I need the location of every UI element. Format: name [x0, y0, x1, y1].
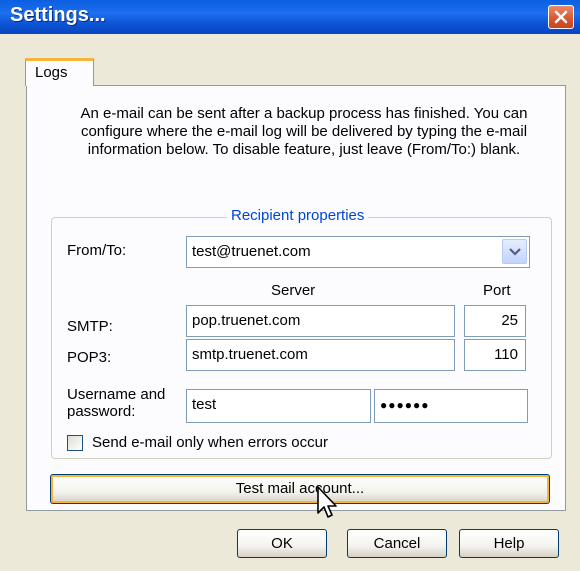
- test-mail-account-button[interactable]: Test mail account...: [50, 474, 550, 504]
- server-header: Server: [271, 282, 316, 299]
- mouse-cursor-icon: [317, 486, 337, 518]
- username-field[interactable]: test: [186, 389, 371, 423]
- errors-only-label[interactable]: Send e-mail only when errors occur: [92, 434, 328, 451]
- from-to-dropdown-button[interactable]: [502, 239, 527, 264]
- smtp-label: SMTP:: [67, 318, 113, 335]
- chevron-down-icon: [509, 248, 521, 256]
- from-to-label: From/To:: [67, 242, 127, 259]
- errors-only-checkbox[interactable]: [67, 435, 83, 451]
- username-password-label: Username and password:: [67, 386, 166, 420]
- group-title: Recipient properties: [227, 207, 369, 224]
- window-title: Settings...: [10, 4, 106, 26]
- tab-logs[interactable]: Logs: [25, 58, 94, 86]
- pop3-server-field[interactable]: smtp.truenet.com: [186, 339, 455, 371]
- ok-button[interactable]: OK: [237, 529, 327, 558]
- settings-window: Settings... Logs An e-mail can be sent a…: [0, 0, 580, 571]
- description-text: An e-mail can be sent after a backup pro…: [80, 105, 528, 158]
- pop3-label: POP3:: [67, 349, 112, 366]
- smtp-port-field[interactable]: 25: [464, 305, 526, 337]
- password-field[interactable]: ●●●●●●: [374, 389, 528, 423]
- pop3-port-field[interactable]: 110: [464, 339, 526, 371]
- close-button[interactable]: [548, 5, 574, 29]
- title-bar[interactable]: Settings...: [0, 0, 580, 34]
- smtp-server-field[interactable]: pop.truenet.com: [186, 305, 455, 337]
- close-icon: [554, 10, 568, 24]
- help-button[interactable]: Help: [459, 529, 559, 558]
- cancel-button[interactable]: Cancel: [347, 529, 447, 558]
- port-header: Port: [483, 282, 511, 299]
- from-to-value: test@truenet.com: [192, 243, 311, 260]
- from-to-combobox[interactable]: test@truenet.com: [186, 236, 530, 268]
- tab-logs-label: Logs: [35, 64, 68, 81]
